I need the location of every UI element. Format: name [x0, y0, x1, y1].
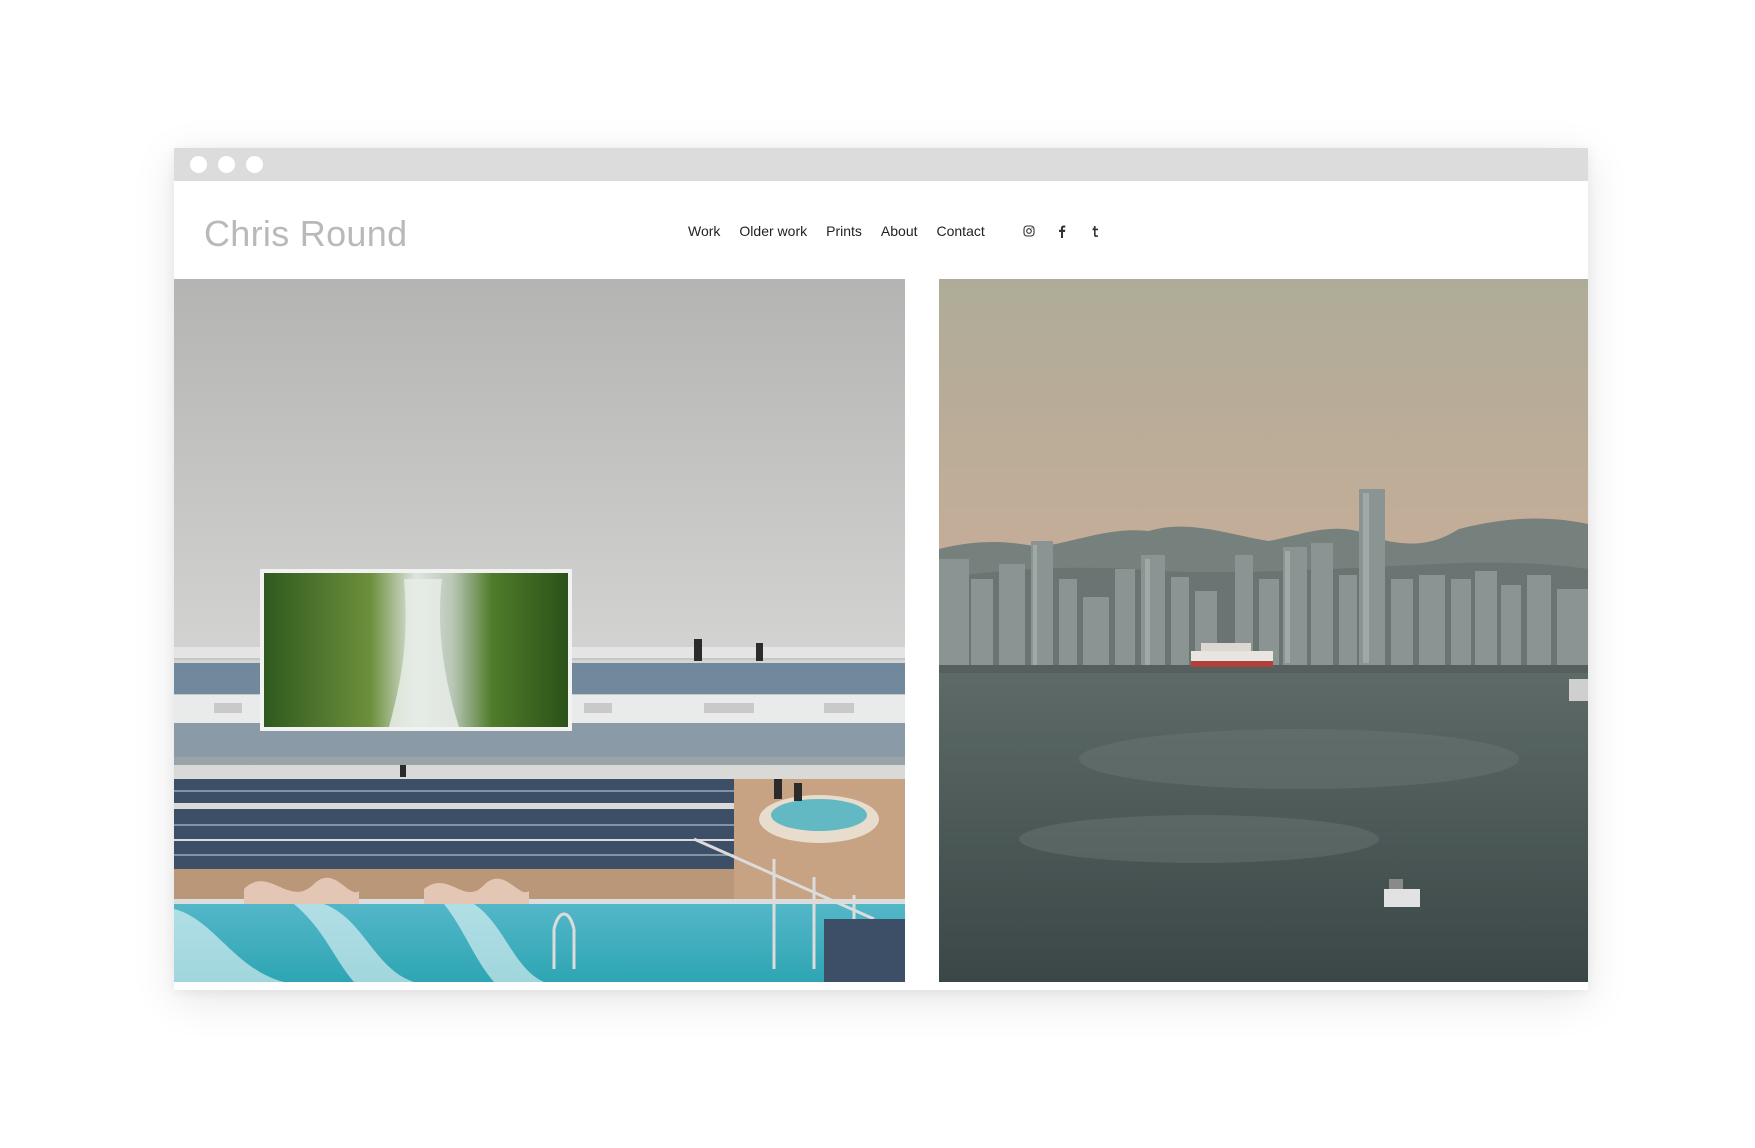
facebook-icon[interactable]	[1055, 223, 1069, 239]
main-nav: Work Older work Prints About Contact	[688, 223, 1004, 239]
instagram-icon[interactable]	[1022, 223, 1036, 239]
browser-titlebar	[174, 148, 1588, 181]
social-links	[1022, 223, 1102, 239]
window-dot-1[interactable]	[190, 156, 207, 173]
nav-about[interactable]: About	[881, 223, 918, 239]
window-dot-3[interactable]	[246, 156, 263, 173]
gallery-photo-harbour-skyline[interactable]	[939, 279, 1588, 982]
nav-work[interactable]: Work	[688, 223, 720, 239]
site-header: Chris Round Work Older work Prints About…	[174, 181, 1588, 279]
nav-older-work[interactable]: Older work	[739, 223, 807, 239]
nav-prints[interactable]: Prints	[826, 223, 862, 239]
gallery-photo-cruise-deck[interactable]	[174, 279, 905, 982]
site-title[interactable]: Chris Round	[204, 213, 407, 255]
tumblr-icon[interactable]	[1088, 223, 1102, 239]
window-dot-2[interactable]	[218, 156, 235, 173]
nav-contact[interactable]: Contact	[937, 223, 985, 239]
browser-window: Chris Round Work Older work Prints About…	[174, 148, 1588, 990]
